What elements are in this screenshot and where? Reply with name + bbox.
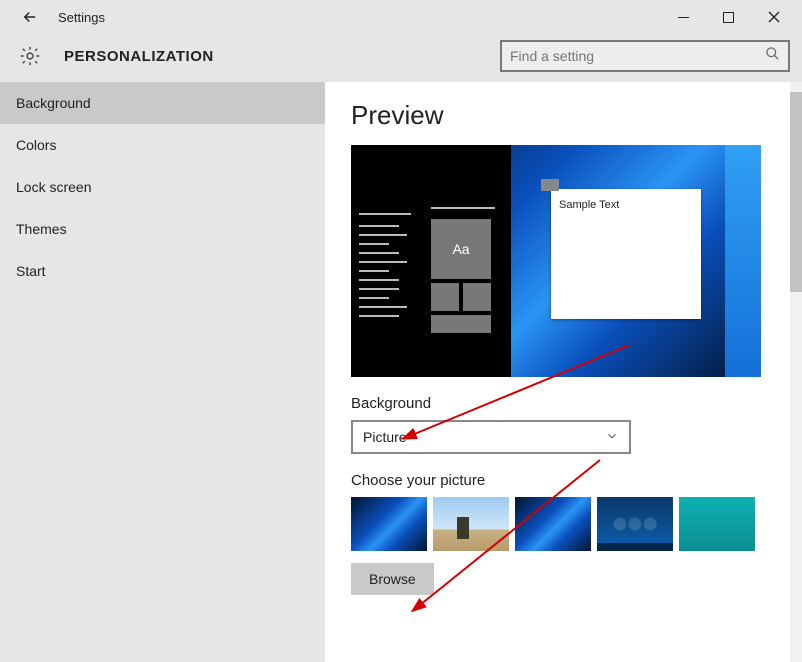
preview-start-tiles: Aa: [431, 219, 491, 333]
minimize-icon: [678, 12, 689, 23]
sidebar-item-label: Colors: [16, 137, 56, 153]
maximize-icon: [723, 12, 734, 23]
sidebar-item-colors[interactable]: Colors: [0, 124, 325, 166]
category-title: PERSONALIZATION: [64, 48, 214, 65]
picture-thumbnail[interactable]: [679, 497, 755, 551]
preview-pane: Aa Sample Text: [351, 145, 761, 377]
arrow-left-icon: [21, 8, 39, 26]
sidebar-item-start[interactable]: Start: [0, 250, 325, 292]
background-dropdown[interactable]: Picture: [351, 420, 631, 454]
back-button[interactable]: [16, 3, 44, 31]
sidebar-item-label: Start: [16, 263, 46, 279]
window-title: Settings: [58, 10, 105, 25]
window-controls: [661, 0, 796, 34]
picture-thumbnail[interactable]: [515, 497, 591, 551]
preview-tile-aa: Aa: [431, 219, 491, 279]
body: Background Colors Lock screen Themes Sta…: [0, 82, 802, 662]
chevron-down-icon: [605, 429, 619, 446]
picture-thumbnail[interactable]: [597, 497, 673, 551]
scrollbar-thumb[interactable]: [790, 92, 802, 292]
search-input[interactable]: [510, 48, 765, 64]
gear-icon: [18, 44, 42, 68]
sidebar-item-lock-screen[interactable]: Lock screen: [0, 166, 325, 208]
picture-thumbnails: [351, 497, 764, 551]
content-area: Preview Aa Sampl: [325, 82, 802, 662]
background-dropdown-value: Picture: [363, 429, 407, 445]
preview-sample-window: Sample Text: [551, 189, 701, 319]
preview-heading: Preview: [351, 100, 764, 131]
minimize-button[interactable]: [661, 0, 706, 34]
background-label: Background: [351, 395, 764, 412]
picture-thumbnail[interactable]: [351, 497, 427, 551]
browse-button[interactable]: Browse: [351, 563, 434, 595]
sidebar-item-background[interactable]: Background: [0, 82, 325, 124]
close-button[interactable]: [751, 0, 796, 34]
preview-start-list: [359, 225, 414, 324]
sidebar-item-label: Themes: [16, 221, 67, 237]
sidebar-item-themes[interactable]: Themes: [0, 208, 325, 250]
scrollbar-track[interactable]: [790, 82, 802, 662]
search-box[interactable]: [500, 40, 790, 72]
sidebar-item-label: Background: [16, 95, 91, 111]
preview-sample-text: Sample Text: [551, 189, 701, 221]
browse-label: Browse: [369, 571, 416, 587]
sidebar: Background Colors Lock screen Themes Sta…: [0, 82, 325, 662]
header: PERSONALIZATION: [0, 34, 802, 82]
choose-picture-label: Choose your picture: [351, 472, 764, 489]
maximize-button[interactable]: [706, 0, 751, 34]
picture-thumbnail[interactable]: [433, 497, 509, 551]
search-icon: [765, 46, 780, 66]
close-icon: [768, 11, 780, 23]
titlebar: Settings: [0, 0, 802, 34]
sidebar-item-label: Lock screen: [16, 179, 91, 195]
